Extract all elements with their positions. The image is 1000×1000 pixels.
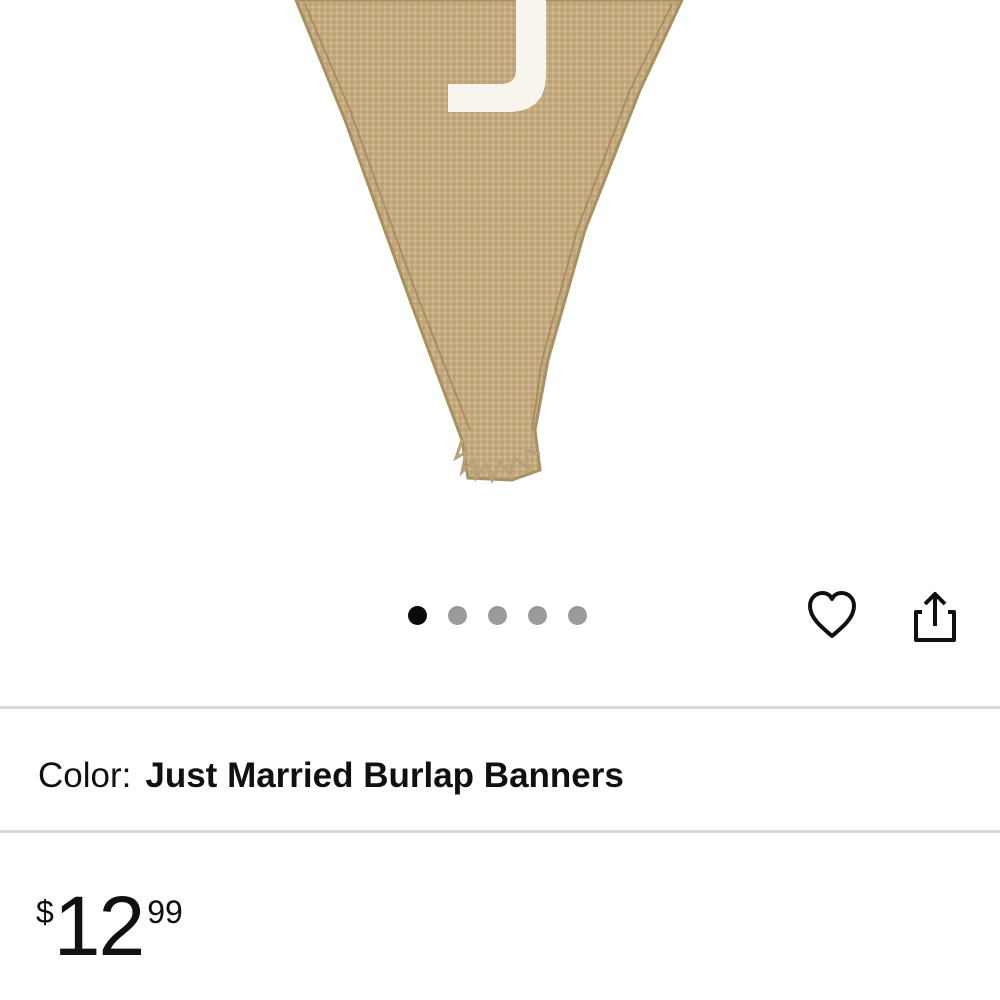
- price-fraction: 99: [147, 894, 183, 930]
- price-whole: 12: [53, 879, 145, 973]
- divider: [0, 706, 1000, 709]
- divider: [0, 830, 1000, 833]
- price-currency-symbol: $: [36, 894, 54, 930]
- carousel-dot-2[interactable]: [448, 606, 467, 625]
- color-value: Just Married Burlap Banners: [145, 756, 624, 795]
- color-selection-row: Color: Just Married Burlap Banners: [38, 752, 624, 800]
- price: $ 12 99: [36, 880, 183, 972]
- carousel-dot-5[interactable]: [568, 606, 587, 625]
- pennant-fabric: [294, 0, 684, 482]
- burlap-pennant-image: [294, 0, 684, 484]
- color-label: Color:: [38, 756, 132, 795]
- share-button[interactable]: [910, 590, 960, 644]
- share-icon: [914, 592, 956, 642]
- heart-outline-icon: [808, 591, 856, 638]
- carousel-dot-1[interactable]: [408, 606, 427, 625]
- image-carousel-indicator[interactable]: [408, 606, 587, 625]
- product-image[interactable]: [0, 0, 1000, 560]
- carousel-dot-3[interactable]: [488, 606, 507, 625]
- wishlist-button[interactable]: [804, 588, 860, 644]
- carousel-dot-4[interactable]: [528, 606, 547, 625]
